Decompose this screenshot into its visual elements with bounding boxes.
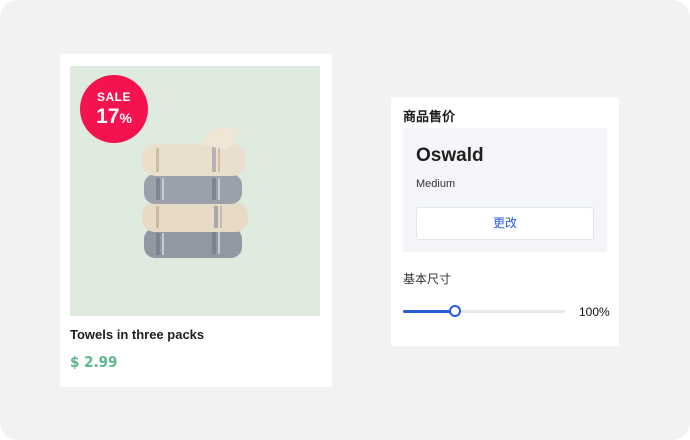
panel-title: 商品售价: [403, 109, 456, 124]
size-value: 100%: [579, 305, 610, 319]
base-size-label: 基本尺寸: [403, 272, 452, 286]
product-name[interactable]: Towels in three packs: [70, 327, 204, 342]
font-name: Oswald: [416, 145, 484, 166]
font-selector: Oswald Medium 更改: [403, 128, 607, 252]
price-settings-panel: 商品售价 Oswald Medium 更改 基本尺寸 100%: [391, 97, 619, 346]
sale-label: SALE: [96, 90, 131, 104]
slider-thumb[interactable]: [448, 305, 461, 317]
font-weight: Medium: [416, 178, 456, 190]
size-slider[interactable]: [403, 305, 565, 317]
slider-fill: [403, 310, 455, 313]
product-price: $ 2.99: [70, 353, 118, 371]
product-card[interactable]: SALE 17% Towels in three packs $ 2.99: [60, 54, 332, 387]
product-image: SALE 17%: [70, 66, 320, 316]
sale-number: 17: [96, 105, 120, 128]
canvas: SALE 17% Towels in three packs $ 2.99 商品…: [0, 0, 690, 440]
towel-stack-icon: [142, 127, 248, 258]
change-font-button[interactable]: 更改: [416, 207, 594, 240]
